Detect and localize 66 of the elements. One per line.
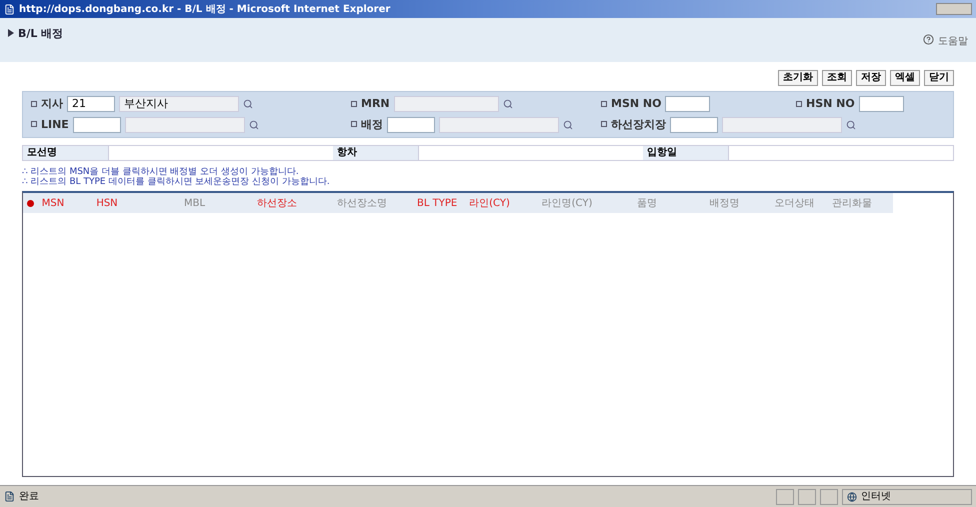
search-icon[interactable] — [563, 120, 573, 130]
status-pane — [820, 488, 838, 504]
filter-label: 하선장치장 — [601, 116, 666, 133]
name-field[interactable] — [439, 116, 559, 133]
info-note: ∴ 리스트의 BL TYPE 데이터를 클릭하시면 보세운송면장 신청이 가능합니다. — [22, 177, 331, 187]
bullet-icon — [351, 100, 357, 107]
code-field[interactable] — [670, 116, 718, 133]
row-marker-icon — [27, 200, 34, 206]
column-header[interactable]: 관리화물 — [822, 196, 882, 210]
search-icon[interactable] — [248, 120, 259, 130]
column-header[interactable]: MSN — [34, 196, 72, 210]
toolbar-button[interactable]: 닫기 — [924, 70, 954, 86]
search-icon[interactable] — [846, 120, 856, 130]
globe-icon — [847, 492, 857, 502]
filter-label: MRN — [351, 96, 390, 112]
page-icon — [4, 491, 15, 502]
mrn-field[interactable] — [394, 96, 499, 112]
info-note: ∴ 리스트의 MSN을 더블 클릭하시면 배정별 오더 생성이 가능합니다. — [22, 167, 300, 177]
bullet-icon — [31, 100, 37, 107]
page-title: B/L 배정 — [18, 26, 64, 42]
column-header[interactable]: 라인명(CY) — [522, 196, 612, 210]
toolbar-button[interactable]: 저장 — [856, 70, 886, 86]
column-header[interactable]: 배정명 — [682, 196, 767, 210]
status-pane — [776, 488, 794, 504]
bullet-icon — [31, 121, 37, 128]
bullet-icon — [601, 100, 607, 107]
field-label: 입항일 — [643, 146, 728, 160]
toolbar-button[interactable]: 조회 — [822, 70, 852, 86]
input-field[interactable] — [858, 96, 904, 112]
search-icon[interactable] — [502, 99, 513, 110]
column-header[interactable]: 하선장소 — [247, 196, 307, 210]
field-label: 항차 — [333, 146, 418, 160]
window-title: http://dops.dongbang.co.kr - B/L 배정 - Microsoft Internet Explorer — [19, 2, 392, 16]
filter-label: MSN NO — [601, 96, 662, 112]
name-field[interactable] — [124, 116, 245, 133]
arrow-icon — [8, 29, 14, 37]
filter-label: 지사 — [31, 96, 63, 112]
name-field[interactable]: 부산지사 — [119, 96, 239, 112]
column-header[interactable]: 품명 — [612, 196, 682, 210]
code-field[interactable] — [387, 116, 435, 133]
help-icon[interactable] — [923, 34, 934, 45]
bullet-icon — [796, 100, 802, 107]
column-header[interactable]: BL TYPE — [417, 196, 457, 210]
column-header[interactable]: 하선장소명 — [307, 196, 417, 210]
page-icon — [4, 4, 15, 14]
status-text: 완료 — [19, 490, 40, 504]
column-header[interactable]: 오더상태 — [767, 196, 822, 210]
search-icon[interactable] — [243, 99, 253, 110]
filter-label: 배정 — [351, 116, 383, 133]
bullet-icon — [351, 121, 357, 128]
bullet-icon — [601, 121, 607, 128]
code-field[interactable]: 21 — [67, 96, 115, 112]
code-field[interactable] — [72, 116, 121, 133]
column-header[interactable]: MBL — [142, 196, 247, 210]
help-link[interactable]: 도움말 — [938, 34, 968, 49]
column-header[interactable]: HSN — [72, 196, 142, 210]
toolbar-button[interactable]: 초기화 — [778, 70, 818, 86]
filter-label: HSN NO — [796, 96, 855, 112]
toolbar-button[interactable]: 엑셀 — [890, 70, 920, 86]
column-header[interactable]: 라인(CY) — [457, 196, 522, 210]
name-field[interactable] — [722, 116, 842, 133]
status-pane — [798, 488, 816, 504]
zone-text: 인터넷 — [861, 490, 891, 504]
input-field[interactable] — [665, 96, 710, 112]
filter-label: LINE — [31, 116, 69, 133]
field-label: 모선명 — [23, 146, 108, 160]
